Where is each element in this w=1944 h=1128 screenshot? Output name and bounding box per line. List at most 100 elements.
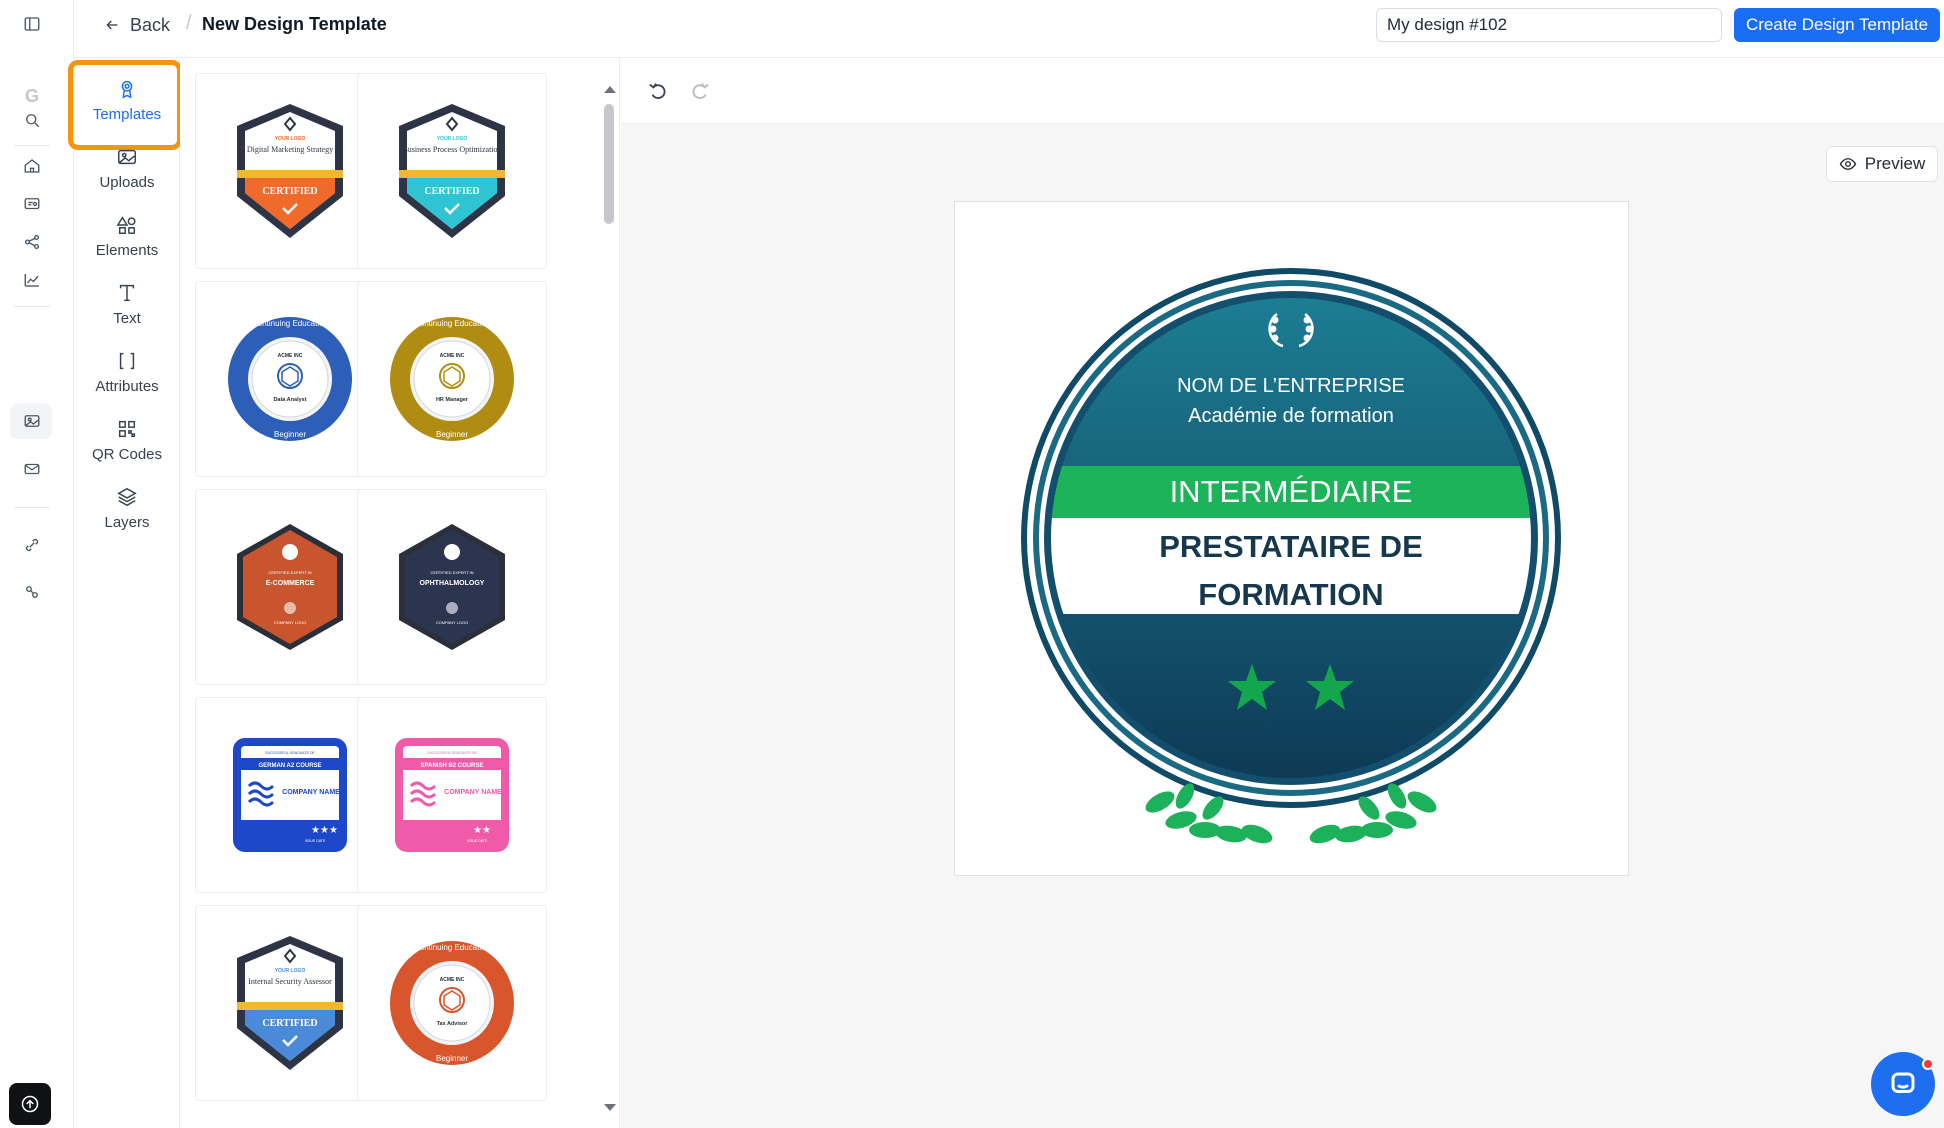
badge-company[interactable]: NOM DE L’ENTREPRISE (1177, 375, 1405, 397)
badge-title-line1[interactable]: PRESTATAIRE DE (1159, 529, 1423, 564)
editor-tools-panel: Templates Uploads Elements Text Attribut… (68, 58, 182, 1128)
template-thumbnail: YOUR LOGO Internal Security Assessor CERTI… (237, 936, 343, 1070)
template-text: CERTIFIED (262, 1018, 317, 1029)
template-text: GERMAN A2 COURSE (258, 763, 321, 769)
template-text: ACME INC (440, 977, 465, 983)
template-text: COMPANY LOGO (436, 620, 469, 625)
template-text: COMPANY LOGO (274, 620, 307, 625)
template-thumbnail: Continuing Education ACME INC Data Analyst… (228, 317, 352, 441)
tool-text[interactable]: Text (74, 268, 180, 340)
template-thumbnail: SUCCESSFUL GRADUATE OF GERMAN A2 COURSE CO… (233, 738, 347, 852)
template-star: ★ (329, 825, 338, 836)
sidebar-toggle-icon[interactable] (22, 14, 42, 34)
settings-icon[interactable] (22, 582, 42, 602)
layers-icon (117, 487, 137, 506)
template-text: HR Manager (436, 397, 469, 403)
template-card[interactable]: CERTIFIED EXPERT IN OPHTHALMOLOGY COMPANY … (357, 489, 547, 685)
rail-divider (14, 306, 50, 307)
scroll-down-arrow[interactable] (604, 1104, 616, 1111)
analytics-icon[interactable] (22, 270, 42, 290)
template-gallery: YOUR LOGO Digital Marketing Strategy CERTI… (180, 58, 620, 1128)
rail-divider (14, 145, 50, 146)
template-text: Data Analyst (273, 397, 306, 403)
home-icon[interactable] (22, 156, 42, 176)
tool-layers[interactable]: Layers (74, 472, 180, 544)
template-text: SUCCESSFUL GRADUATE OF (427, 751, 476, 755)
badge-icon[interactable] (22, 194, 42, 214)
gallery-scrollbar-thumb[interactable] (604, 104, 614, 224)
tool-label: Uploads (99, 173, 155, 191)
template-thumbnail: CERTIFIED EXPERT IN E-COMMERCE COMPANY LOG… (237, 524, 343, 650)
redo-icon[interactable] (689, 80, 711, 102)
design-canvas[interactable]: NOM DE L’ENTREPRISE Académie de formatio… (954, 201, 1629, 876)
badge-artwork[interactable]: NOM DE L’ENTREPRISE Académie de formatio… (955, 202, 1628, 875)
tool-templates[interactable]: Templates (68, 60, 182, 150)
template-text: ACME INC (440, 353, 465, 359)
tool-elements[interactable]: Elements (74, 200, 180, 272)
rail-divider (14, 507, 50, 508)
template-text: COMPANY NAME (282, 789, 340, 796)
image-icon[interactable] (22, 411, 42, 431)
back-label: Back (130, 14, 171, 35)
template-text: Continuing Education (414, 943, 490, 952)
tool-attributes[interactable]: Attributes (74, 336, 180, 408)
search-icon[interactable] (22, 110, 42, 130)
badge-academy[interactable]: Académie de formation (1188, 405, 1394, 427)
badge-level[interactable]: INTERMÉDIAIRE (1170, 474, 1413, 509)
tool-uploads[interactable]: Uploads (74, 132, 180, 204)
shapes-icon (116, 215, 136, 234)
template-text: YOUR LOGO (275, 136, 306, 142)
template-star: ★ (482, 825, 491, 836)
scroll-up-arrow[interactable] (604, 86, 616, 93)
template-thumbnail: Continuing Education ACME INC HR Manager Be… (390, 317, 514, 441)
template-thumbnail: YOUR LOGO Business Process Optimization CE… (399, 104, 505, 238)
design-name-input[interactable] (1376, 8, 1722, 42)
template-text: Beginner (436, 430, 468, 439)
app-rail: G (0, 0, 74, 1128)
template-text: CERTIFIED (424, 186, 479, 197)
brackets-icon (119, 352, 135, 369)
template-star: ★ (311, 825, 320, 836)
template-text: SPANISH B2 COURSE (421, 763, 484, 769)
undo-icon[interactable] (647, 80, 669, 102)
template-card[interactable]: Continuing Education ACME INC Tax Advisor B… (357, 905, 547, 1101)
type-icon (119, 284, 135, 301)
template-card[interactable]: SUCCESSFUL GRADUATE OF SPANISH B2 COURSE C… (357, 697, 547, 893)
tool-label: Elements (95, 241, 159, 259)
tool-qr-codes[interactable]: QR Codes (74, 404, 180, 476)
template-text: E-COMMERCE (266, 580, 315, 587)
canvas-workspace: Preview NOM DE L’ENTREPRISE Académie de … (621, 58, 1944, 1128)
template-text: YOUR LOGO (275, 968, 306, 974)
chat-icon (1891, 1072, 1915, 1093)
canvas-toolbar (621, 58, 1944, 124)
qr-code-icon (118, 420, 136, 437)
template-title: Business Process Optimization (402, 145, 501, 154)
app-root: G Back / New Design Template My design #… (0, 0, 1944, 1128)
tool-label: Attributes (95, 377, 159, 395)
template-card[interactable]: Continuing Education ACME INC HR Manager Be… (357, 281, 547, 477)
template-thumbnail: CERTIFIED EXPERT IN OPHTHALMOLOGY COMPANY … (399, 524, 505, 650)
template-thumbnail: Continuing Education ACME INC Tax Advisor B… (390, 941, 514, 1065)
create-design-template-button[interactable]: Create Design Template (1734, 8, 1940, 42)
template-text: ACME INC (278, 353, 303, 359)
workflow-icon[interactable] (22, 232, 42, 252)
template-text: SUCCESSFUL GRADUATE OF (265, 751, 314, 755)
mail-icon[interactable] (22, 459, 42, 479)
back-button[interactable]: Back (104, 13, 170, 37)
template-text: COMPANY NAME (444, 789, 502, 796)
upload-icon[interactable] (9, 1083, 51, 1125)
chat-notification-dot (1922, 1058, 1934, 1070)
preview-label: Preview (1864, 154, 1926, 173)
template-text: YOUR LOGO (437, 136, 468, 142)
tool-label: QR Codes (91, 445, 163, 463)
preview-button[interactable]: Preview (1826, 146, 1938, 182)
badge-title-line2[interactable]: FORMATION (1198, 577, 1383, 612)
page-title: New Design Template (202, 14, 387, 34)
tool-label: Layers (104, 513, 150, 531)
template-card[interactable]: YOUR LOGO Business Process Optimization CE… (357, 73, 547, 269)
tool-label: Text (113, 309, 141, 327)
template-text: ISSUE DATE (305, 839, 326, 843)
integrations-icon[interactable] (22, 535, 42, 555)
template-text: CERTIFIED EXPERT IN (430, 570, 473, 575)
image-icon (118, 149, 136, 164)
